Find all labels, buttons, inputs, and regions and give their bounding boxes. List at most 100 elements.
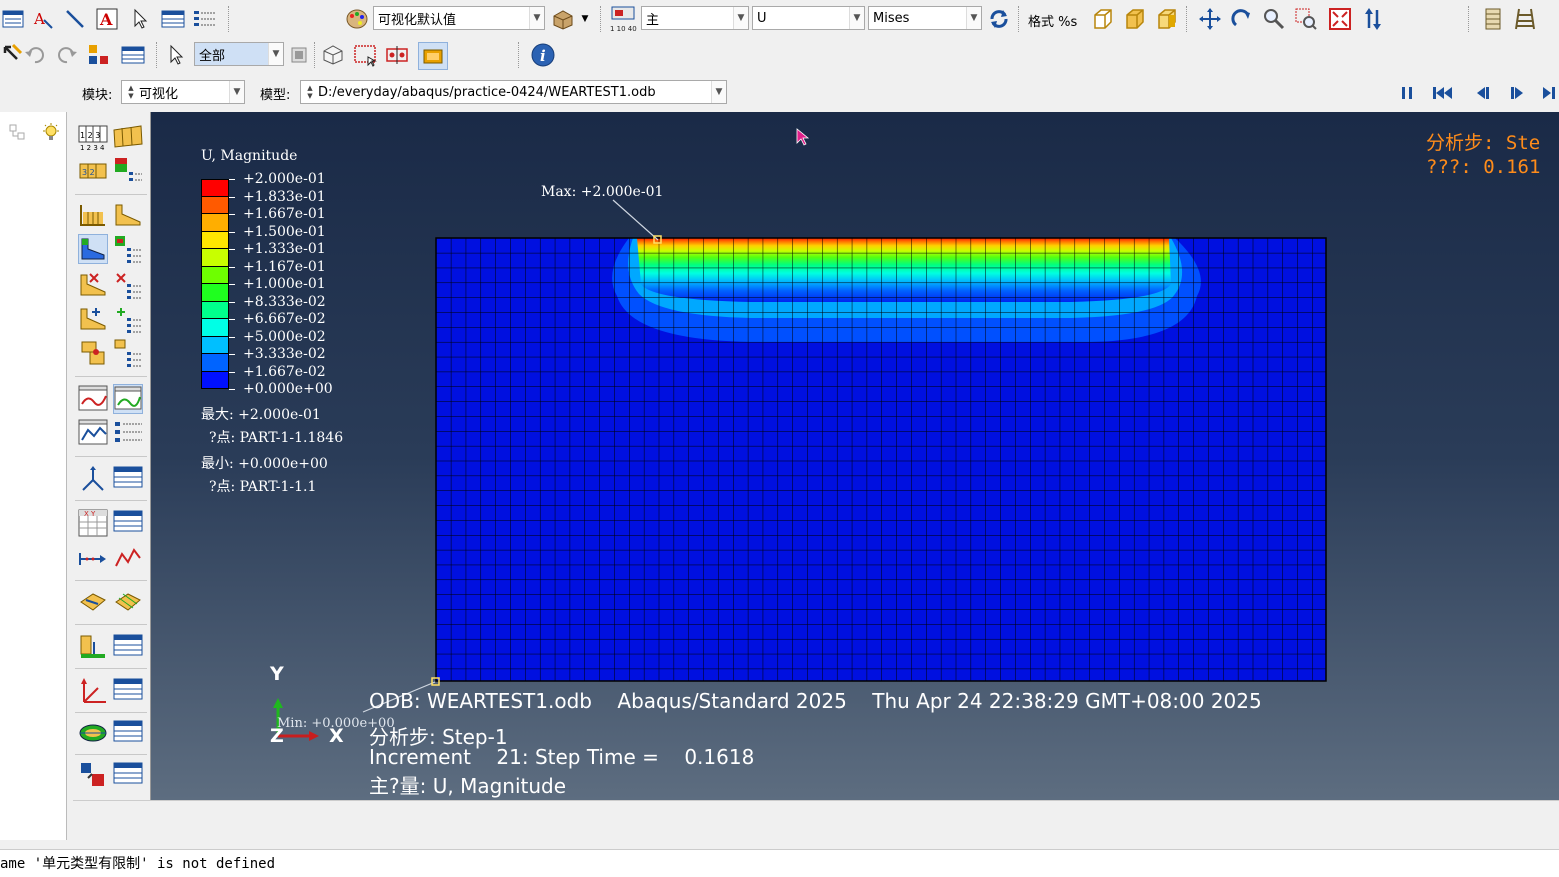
plot-undeformed-icon[interactable]: 1 2 3 1 2 3 4 — [78, 122, 108, 152]
chevron-down-icon[interactable]: ▼ — [529, 7, 544, 29]
palette-icon[interactable] — [344, 6, 370, 32]
create-path-icon[interactable] — [78, 544, 108, 574]
view-manager-icon[interactable] — [86, 42, 112, 68]
pan-icon[interactable] — [1197, 6, 1223, 32]
view-cut-manager-icon[interactable] — [113, 588, 143, 618]
chevron-down-icon[interactable]: ▼ — [578, 6, 592, 32]
plot-orientation-icon[interactable] — [78, 304, 108, 334]
plot-contours-deformed-icon[interactable] — [78, 234, 108, 264]
model-value: D:/everyday/abaqus/practice-0424/WEARTES… — [318, 84, 656, 100]
chevron-down-icon[interactable]: ▼ — [229, 81, 244, 103]
stream-icon[interactable] — [78, 718, 108, 748]
pause-icon[interactable] — [1394, 80, 1420, 106]
message-area[interactable]: ame '单元类型有限制' is not defined — [0, 849, 1559, 877]
model-combo[interactable]: ▲ ▼ D:/everyday/abaqus/practice-0424/WEAR… — [300, 80, 727, 104]
cycle-views-icon[interactable] — [1360, 6, 1386, 32]
chevron-down-icon[interactable]: ▼ — [733, 7, 748, 29]
rotate-icon[interactable] — [1229, 6, 1255, 32]
step-frame-icon[interactable]: 1 10 40 — [609, 4, 639, 34]
create-xy-data-icon[interactable]: X Y — [78, 508, 108, 538]
display-group-manager-icon[interactable] — [113, 632, 143, 662]
create-free-body-icon[interactable] — [78, 464, 108, 494]
iso-view-icon[interactable] — [1090, 6, 1116, 32]
lightbulb-icon[interactable] — [40, 122, 62, 148]
next-frame-icon[interactable] — [1506, 80, 1532, 106]
box-zoom-icon[interactable] — [1293, 6, 1319, 32]
spinner-icon[interactable]: ▲ ▼ — [305, 84, 315, 100]
contour-options-icon[interactable] — [113, 234, 143, 264]
tree-filter-icon[interactable] — [8, 122, 30, 148]
info-icon[interactable]: i — [530, 42, 556, 68]
front-view-icon[interactable] — [1122, 6, 1148, 32]
free-body-manager-icon[interactable] — [113, 464, 143, 494]
side-view-icon[interactable] — [1154, 6, 1180, 32]
zoom-icon[interactable] — [1261, 6, 1287, 32]
select-3d-icon[interactable] — [320, 42, 346, 68]
model-tree-view-icon[interactable] — [418, 42, 448, 70]
plot-fastener-icon[interactable] — [78, 338, 108, 368]
spinner-icon[interactable]: ▲ ▼ — [126, 84, 136, 100]
pointer-icon[interactable] — [164, 42, 190, 68]
node-select-icon[interactable] — [384, 42, 410, 68]
box-select-icon[interactable] — [352, 42, 378, 68]
visualization-toolbox: 1 2 3 1 2 3 4 3 2 X Y — [73, 112, 151, 800]
table-icon[interactable] — [120, 42, 146, 68]
render-style-icon[interactable] — [550, 6, 576, 32]
invariant-combo[interactable]: Mises ▼ — [868, 6, 982, 30]
stack-icon[interactable] — [1480, 6, 1506, 32]
selection-filter-combo[interactable]: 全部 ▼ — [194, 42, 284, 66]
xy-plot-icon[interactable] — [113, 544, 143, 574]
refresh-icon[interactable] — [986, 6, 1012, 32]
plot-allow-multiple-icon[interactable] — [113, 200, 143, 230]
xy-data-manager-icon[interactable] — [113, 508, 143, 538]
redo-icon[interactable] — [54, 42, 80, 68]
csys-manager-icon[interactable] — [113, 676, 143, 706]
viewport-canvas[interactable]: U, Magnitude +2.000e-01 +1.833e-01 +1.667e… — [151, 112, 1559, 800]
first-frame-icon[interactable] — [1430, 80, 1456, 106]
chevron-down-icon[interactable]: ▼ — [268, 43, 283, 65]
undo-icon[interactable] — [22, 42, 48, 68]
auto-fit-icon[interactable] — [1327, 6, 1353, 32]
display-group-icon[interactable] — [78, 632, 108, 662]
chevron-down-icon[interactable]: ▼ — [849, 7, 864, 29]
animate-time-history-icon[interactable] — [78, 418, 108, 448]
animate-harmonic-icon[interactable] — [113, 384, 143, 414]
table-grid-icon[interactable] — [160, 6, 186, 32]
active-steps-icon[interactable] — [78, 760, 108, 790]
svg-text:3 2: 3 2 — [82, 168, 95, 177]
chevron-down-icon[interactable]: ▼ — [711, 81, 726, 103]
plot-symbols-deformed-icon[interactable] — [78, 270, 108, 300]
orientation-options-icon[interactable] — [113, 304, 143, 334]
model-tree-panel[interactable] — [0, 112, 67, 840]
fastener-options-icon[interactable] — [113, 338, 143, 368]
pointer-icon[interactable] — [128, 6, 154, 32]
module-combo[interactable]: ▲ ▼ 可视化 ▼ — [121, 80, 245, 104]
coordinate-system-icon[interactable] — [78, 676, 108, 706]
chevron-down-icon[interactable]: ▼ — [966, 7, 981, 29]
plot-deformed-icon[interactable] — [113, 122, 143, 152]
toolbar-separator — [1468, 6, 1470, 32]
display-style-combo[interactable]: 可视化默认值 ▼ — [373, 6, 545, 30]
ladder-icon[interactable] — [1512, 6, 1538, 32]
query-text-icon[interactable]: A — [30, 6, 56, 32]
view-cut-icon[interactable] — [78, 588, 108, 618]
symbol-options-icon[interactable] — [113, 270, 143, 300]
format-label[interactable]: 格式 %s — [1028, 11, 1077, 30]
arrow-tool-icon[interactable] — [62, 6, 88, 32]
list-dots-icon[interactable] — [192, 6, 218, 32]
field-output-variable-combo[interactable]: 主 ▼ — [641, 6, 749, 30]
plot-material-orientation-icon[interactable] — [78, 200, 108, 230]
plot-contours-icon[interactable]: 3 2 — [78, 156, 108, 186]
plot-symbols-icon[interactable] — [113, 156, 143, 186]
selection-options-icon[interactable] — [286, 42, 312, 68]
field-output-combo[interactable]: U ▼ — [752, 6, 865, 30]
max-leader-line — [612, 199, 659, 241]
last-frame-icon[interactable] — [1540, 80, 1559, 106]
table-icon[interactable] — [0, 6, 26, 32]
animation-options-icon[interactable] — [113, 418, 143, 448]
animate-scale-icon[interactable] — [78, 384, 108, 414]
previous-frame-icon[interactable] — [1468, 80, 1494, 106]
text-annotation-icon[interactable]: A — [94, 6, 120, 32]
active-steps-manager-icon[interactable] — [113, 760, 143, 790]
stream-manager-icon[interactable] — [113, 718, 143, 748]
